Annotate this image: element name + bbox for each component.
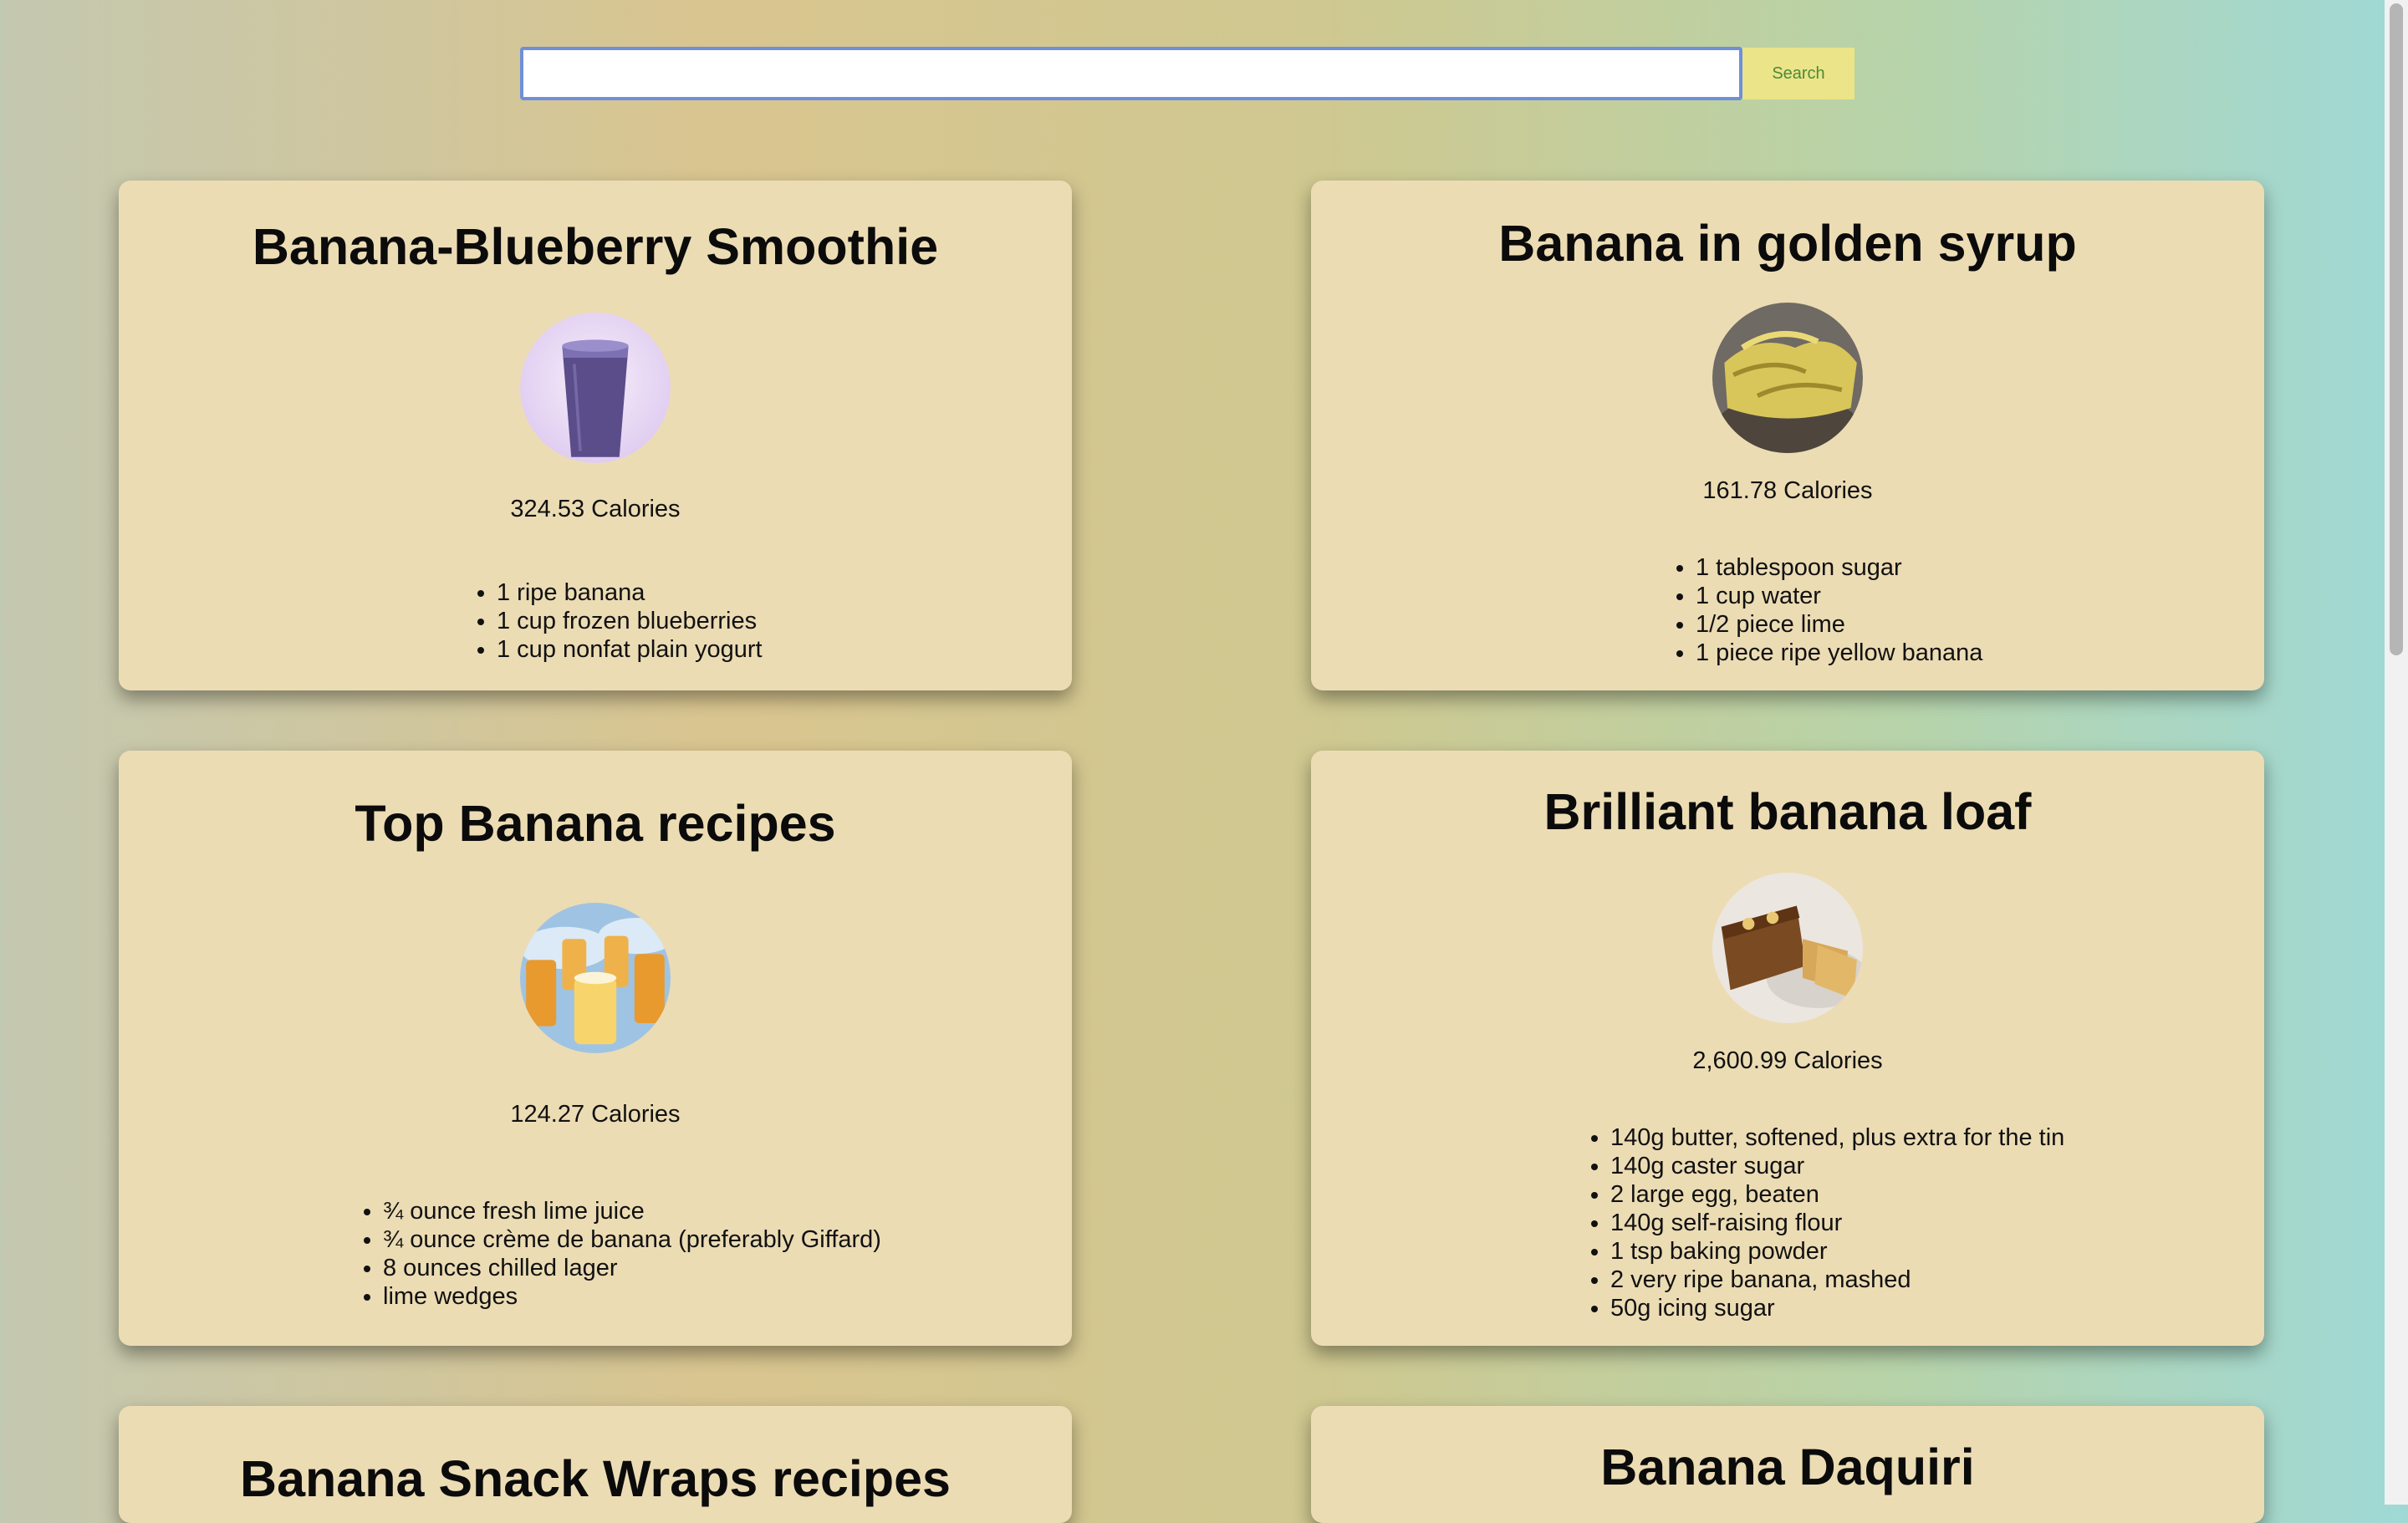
ingredient-item: 2 large egg, beaten: [1610, 1180, 2064, 1209]
recipe-title: Banana-Blueberry Smoothie: [252, 218, 939, 275]
recipe-calories: 2,600.99 Calories: [1692, 1047, 1883, 1074]
search-input[interactable]: [520, 47, 1742, 100]
vertical-scrollbar[interactable]: [2385, 0, 2408, 1505]
recipe-card: Banana in golden syrup 161.78 Calories 1…: [1311, 181, 2264, 690]
ingredient-item: 140g butter, softened, plus extra for th…: [1610, 1123, 2064, 1152]
ingredient-item: 1 cup water: [1696, 582, 1982, 610]
recipe-calories: 124.27 Calories: [510, 1101, 681, 1128]
recipe-calories: 161.78 Calories: [1702, 477, 1873, 504]
ingredient-list: 1 ripe banana 1 cup frozen blueberries 1…: [468, 578, 763, 664]
ingredient-item: 1 tablespoon sugar: [1696, 553, 1982, 582]
banana-loaf-photo: [1712, 873, 1863, 1023]
recipe-title: Brilliant banana loaf: [1543, 783, 2032, 840]
ingredient-item: 1 piece ripe yellow banana: [1696, 639, 1982, 667]
scrollbar-thumb[interactable]: [2390, 3, 2403, 655]
ingredient-list: 140g butter, softened, plus extra for th…: [1582, 1123, 2064, 1322]
ingredient-item: 1 ripe banana: [497, 578, 763, 607]
banana-drinks-photo: [520, 903, 671, 1053]
ingredient-list: ¾ ounce fresh lime juice ¾ ounce crème d…: [355, 1197, 881, 1311]
ingredient-item: 1 cup frozen blueberries: [497, 607, 763, 635]
recipe-title: Banana Daquiri: [1600, 1439, 1975, 1495]
ingredient-item: ¾ ounce fresh lime juice: [383, 1197, 881, 1225]
recipe-title: Top Banana recipes: [355, 795, 836, 852]
recipe-card: Brilliant banana loaf 2,600.99 Calories …: [1311, 751, 2264, 1346]
search-button[interactable]: Search: [1742, 48, 1854, 99]
recipe-calories: 324.53 Calories: [510, 496, 681, 522]
ingredient-item: ¾ ounce crème de banana (preferably Giff…: [383, 1225, 881, 1254]
recipe-card: Top Banana recipes 124.27 Calories ¾ oun…: [119, 751, 1072, 1346]
recipe-title: Banana in golden syrup: [1498, 215, 2077, 272]
recipe-card: Banana-Blueberry Smoothie 324.53 Calorie…: [119, 181, 1072, 690]
blueberry-smoothie-photo: [520, 313, 671, 463]
recipe-card: Banana Daquiri: [1311, 1406, 2264, 1523]
ingredient-item: 1/2 piece lime: [1696, 610, 1982, 639]
ingredient-item: 1 tsp baking powder: [1610, 1237, 2064, 1266]
ingredient-list: 1 tablespoon sugar 1 cup water 1/2 piece…: [1667, 553, 1982, 667]
recipe-card: Banana Snack Wraps recipes: [119, 1406, 1072, 1523]
search-bar: Search: [520, 47, 1854, 100]
ingredient-item: 140g caster sugar: [1610, 1152, 2064, 1180]
ingredient-item: 50g icing sugar: [1610, 1294, 2064, 1322]
ingredient-item: 8 ounces chilled lager: [383, 1254, 881, 1282]
ingredient-item: 2 very ripe banana, mashed: [1610, 1266, 2064, 1294]
recipe-title: Banana Snack Wraps recipes: [240, 1450, 951, 1507]
ingredient-item: 1 cup nonfat plain yogurt: [497, 635, 763, 664]
banana-bunch-photo: [1712, 303, 1863, 453]
ingredient-item: lime wedges: [383, 1282, 881, 1311]
ingredient-item: 140g self-raising flour: [1610, 1209, 2064, 1237]
